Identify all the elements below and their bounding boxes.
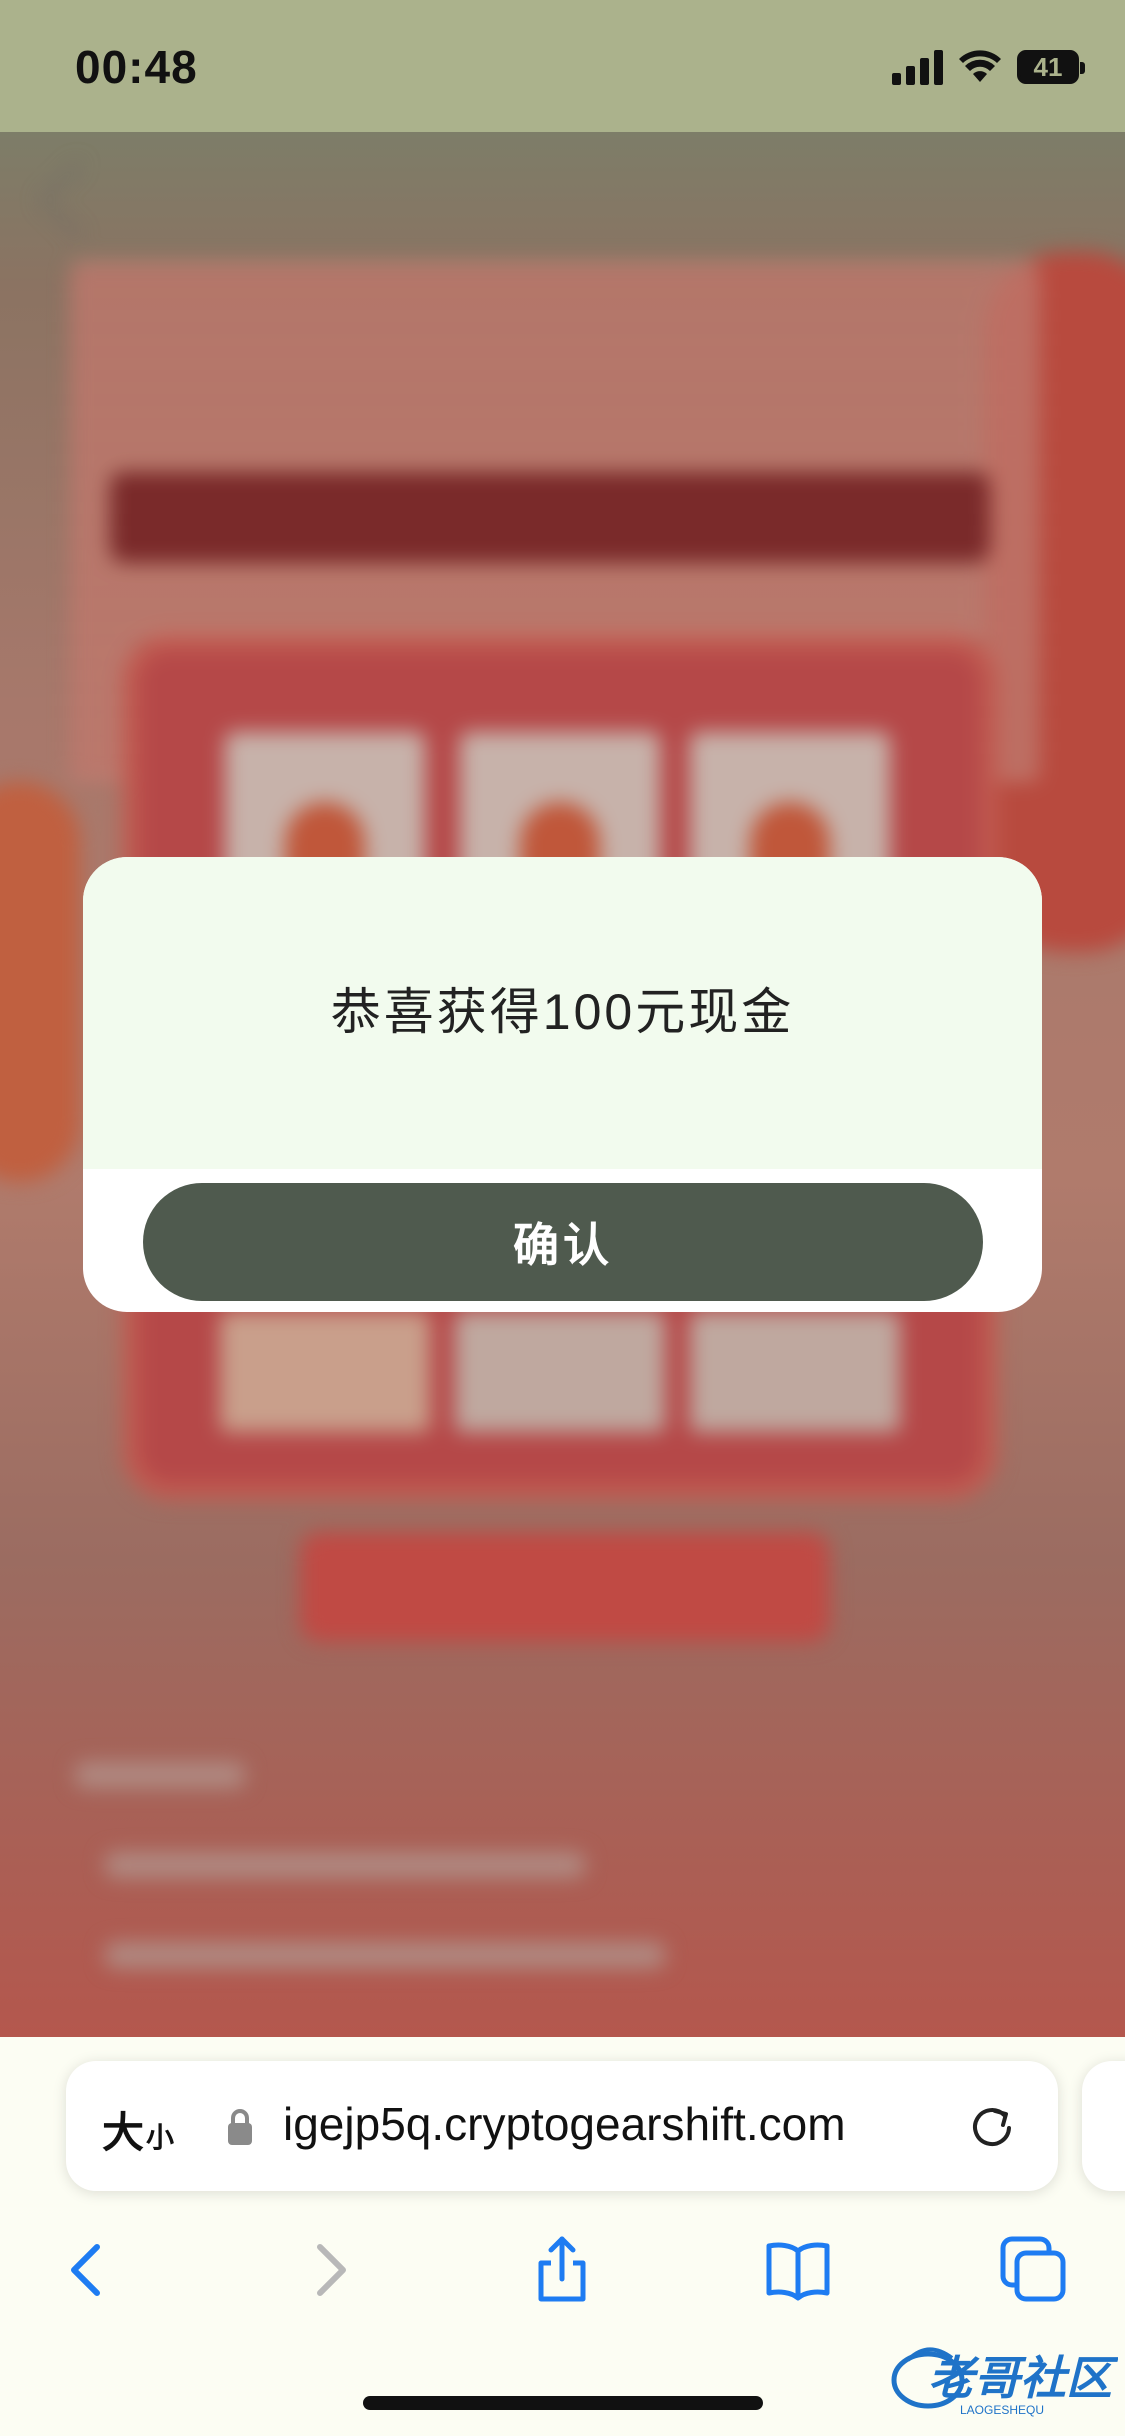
text-size-big: 大	[102, 2109, 145, 2156]
text-size-button[interactable]: 大 小	[102, 2099, 175, 2156]
draw-button	[300, 1532, 830, 1642]
tabs-icon[interactable]	[999, 2235, 1069, 2305]
home-indicator[interactable]	[363, 2396, 763, 2410]
prize-dialog: 恭喜获得100元现金 确认	[83, 857, 1042, 1312]
reload-icon[interactable]	[966, 2101, 1018, 2153]
rules-text	[105, 1852, 585, 1878]
battery-level: 41	[1033, 51, 1063, 82]
next-tab-peek[interactable]	[1082, 2061, 1125, 2191]
cellular-signal-icon	[892, 49, 943, 85]
wifi-icon	[959, 50, 1001, 82]
status-time: 00:48	[75, 41, 198, 93]
back-arrow-icon	[38, 160, 118, 240]
bookmarks-icon[interactable]	[763, 2235, 833, 2305]
status-icons: 41	[892, 44, 1085, 90]
watermark-text: 老哥社区	[928, 2352, 1118, 2404]
battery-icon: 41	[1017, 50, 1085, 84]
watermark-subtext: LAOGESHEQU	[960, 2403, 1044, 2417]
dialog-body: 恭喜获得100元现金	[83, 857, 1042, 1169]
share-icon[interactable]	[527, 2235, 597, 2305]
rules-heading	[75, 1762, 245, 1788]
lock-icon	[228, 2109, 252, 2145]
slot-option	[690, 1312, 900, 1432]
watermark-logo: 老哥社区 LAOGESHEQU	[891, 2347, 1118, 2417]
back-icon[interactable]	[52, 2235, 122, 2305]
text-size-small: 小	[146, 2122, 175, 2153]
confirm-button[interactable]: 确认	[143, 1183, 983, 1301]
rules-text	[105, 1942, 665, 1968]
slot-option	[455, 1312, 665, 1432]
slot-option	[220, 1312, 430, 1432]
banner	[110, 472, 990, 562]
forward-icon[interactable]	[295, 2235, 365, 2305]
url-text[interactable]: igejp5q.cryptogearshift.com	[283, 2097, 993, 2151]
dialog-message: 恭喜获得100元现金	[330, 984, 795, 1040]
status-bar: 00:48 41	[0, 0, 1125, 132]
address-bar[interactable]: 大 小 igejp5q.cryptogearshift.com	[66, 2061, 1058, 2191]
decoration	[0, 782, 80, 1182]
